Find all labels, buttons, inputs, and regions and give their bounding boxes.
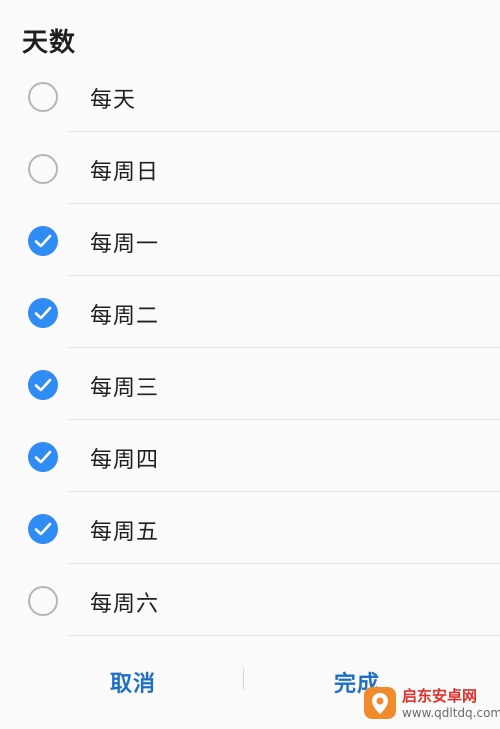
checked-icon[interactable] xyxy=(28,370,58,400)
day-option-thursday[interactable]: 每周四 xyxy=(0,420,500,492)
day-option-monday[interactable]: 每周一 xyxy=(0,204,500,276)
day-option-label: 每周四 xyxy=(90,448,160,473)
day-option-label: 每周日 xyxy=(90,160,160,185)
unchecked-icon[interactable] xyxy=(28,154,58,184)
watermark: 启东安卓网 www.qdltdq.com xyxy=(364,683,500,725)
checked-icon[interactable] xyxy=(28,514,58,544)
watermark-url: www.qdltdq.com xyxy=(402,706,500,720)
day-option-sunday[interactable]: 每周日 xyxy=(0,132,500,204)
day-option-label: 每周五 xyxy=(90,520,160,545)
day-option-label: 每周一 xyxy=(90,232,160,257)
checked-icon[interactable] xyxy=(28,298,58,328)
day-option-wednesday[interactable]: 每周三 xyxy=(0,348,500,420)
days-dialog: 天数 每天 每周日 每周一 每周二 每周三 每周四 每周五 每周六 取消 完成 … xyxy=(0,0,500,729)
day-option-label: 每周二 xyxy=(90,304,160,329)
day-option-saturday[interactable]: 每周六 xyxy=(0,564,500,636)
button-divider xyxy=(243,668,244,690)
dialog-title: 天数 xyxy=(22,28,77,58)
watermark-name: 启东安卓网 xyxy=(402,687,478,705)
checked-icon[interactable] xyxy=(28,442,58,472)
checked-icon[interactable] xyxy=(28,226,58,256)
day-option-label: 每周三 xyxy=(90,376,160,401)
unchecked-icon[interactable] xyxy=(28,586,58,616)
watermark-logo-icon xyxy=(364,687,396,719)
divider xyxy=(68,635,500,636)
day-option-friday[interactable]: 每周五 xyxy=(0,492,500,564)
unchecked-icon[interactable] xyxy=(28,82,58,112)
day-list: 每天 每周日 每周一 每周二 每周三 每周四 每周五 每周六 xyxy=(0,60,500,636)
cancel-button[interactable]: 取消 xyxy=(110,666,156,698)
day-option-every-day[interactable]: 每天 xyxy=(0,60,500,132)
day-option-tuesday[interactable]: 每周二 xyxy=(0,276,500,348)
day-option-label: 每天 xyxy=(90,88,137,113)
day-option-label: 每周六 xyxy=(90,592,160,617)
